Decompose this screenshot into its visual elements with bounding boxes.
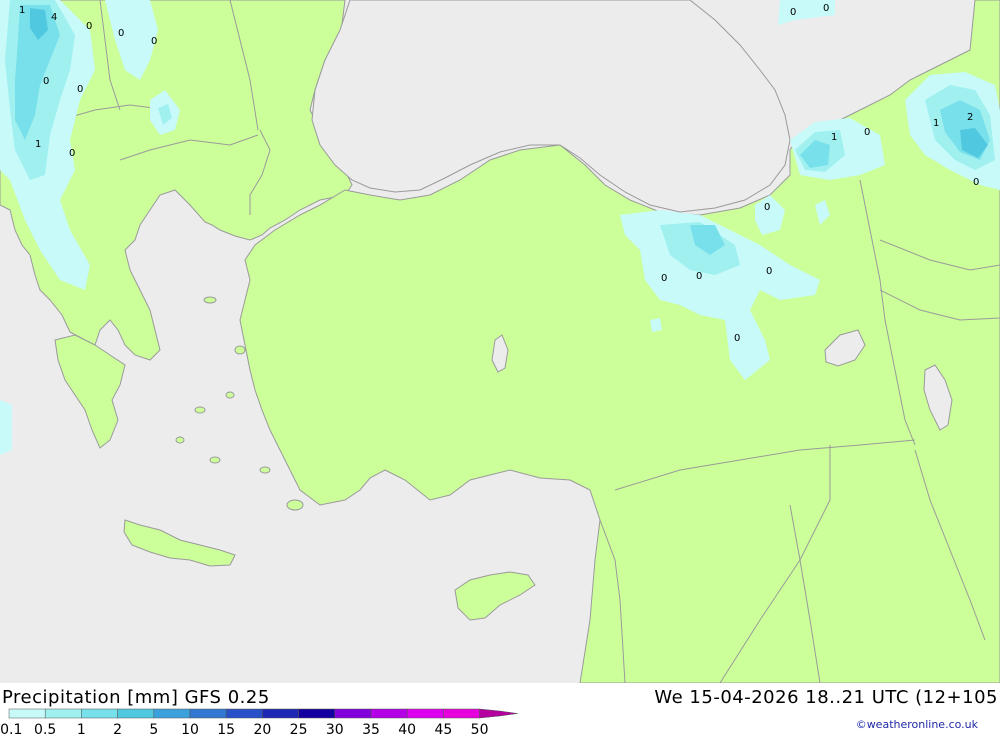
legend-color-box — [153, 708, 191, 719]
contour-label: 0 — [790, 7, 796, 18]
legend-tick-label: 25 — [289, 722, 308, 738]
contour-label: 0 — [764, 202, 770, 213]
legend-color-box — [443, 708, 480, 719]
contour-label: 2 — [967, 112, 973, 123]
contour-label: 0 — [766, 266, 772, 277]
legend-tick-label: 15 — [217, 722, 236, 738]
map-footer: Precipitation [mm] GFS 0.25 We 15-04-202… — [0, 683, 1000, 738]
legend-color-boxes — [8, 708, 518, 719]
legend-color-box — [225, 708, 263, 719]
legend-color-box — [334, 708, 372, 719]
legend-tick-label: 20 — [253, 722, 272, 738]
color-legend: 0.1 0.5 1 2 5 10 15 20 25 30 35 40 45 50 — [0, 706, 530, 738]
legend-tick-label: 1 — [76, 722, 86, 738]
credit-link[interactable]: ©weatheronline.co.uk — [856, 718, 978, 731]
legend-color-box — [406, 708, 444, 719]
contour-label: 0 — [696, 271, 702, 282]
legend-tick-label: 10 — [181, 722, 199, 738]
legend-color-box — [117, 708, 155, 719]
contour-label: 1 — [831, 132, 837, 143]
legend-tick-label: 0.1 — [0, 722, 23, 738]
contour-label: 1 — [933, 118, 939, 129]
legend-tick-label: 40 — [398, 722, 417, 738]
legend-color-box — [298, 708, 336, 719]
contour-label: 0 — [43, 76, 49, 87]
legend-color-arrow — [479, 708, 518, 719]
legend-color-box — [370, 708, 408, 719]
contour-label: 0 — [823, 3, 829, 14]
legend-tick-label: 5 — [149, 722, 159, 738]
map-title: Precipitation [mm] GFS 0.25 — [2, 687, 270, 708]
precipitation-map: 1 4 0 0 0 0 0 1 0 0 0 1 0 1 2 0 0 0 0 0 … — [0, 0, 1000, 684]
legend-color-box — [81, 708, 118, 719]
contour-label: 0 — [661, 273, 667, 284]
contour-label: 0 — [69, 148, 75, 159]
contour-label: 0 — [86, 21, 92, 32]
legend-color-box — [189, 708, 227, 719]
contour-label: 0 — [864, 127, 870, 138]
legend-color-box — [44, 708, 82, 719]
valid-time: We 15-04-2026 18..21 UTC (12+105 — [654, 687, 998, 708]
legend-tick-label: 45 — [434, 722, 453, 738]
legend-tick-label: 0.5 — [34, 722, 57, 738]
contour-label: 0 — [151, 36, 157, 47]
contour-label: 4 — [51, 12, 57, 23]
contour-label: 0 — [77, 84, 83, 95]
contour-label: 1 — [19, 5, 25, 16]
legend-color-box — [262, 708, 299, 719]
contour-label: 0 — [973, 177, 979, 188]
legend-tick-label: 35 — [362, 722, 380, 738]
contour-label: 1 — [35, 139, 41, 150]
contour-label: 0 — [734, 333, 740, 344]
legend-color-box — [8, 708, 46, 719]
legend-tick-label: 2 — [113, 722, 123, 738]
contour-label: 0 — [118, 28, 124, 39]
legend-tick-label: 30 — [325, 722, 344, 738]
legend-tick-label: 50 — [470, 722, 489, 738]
